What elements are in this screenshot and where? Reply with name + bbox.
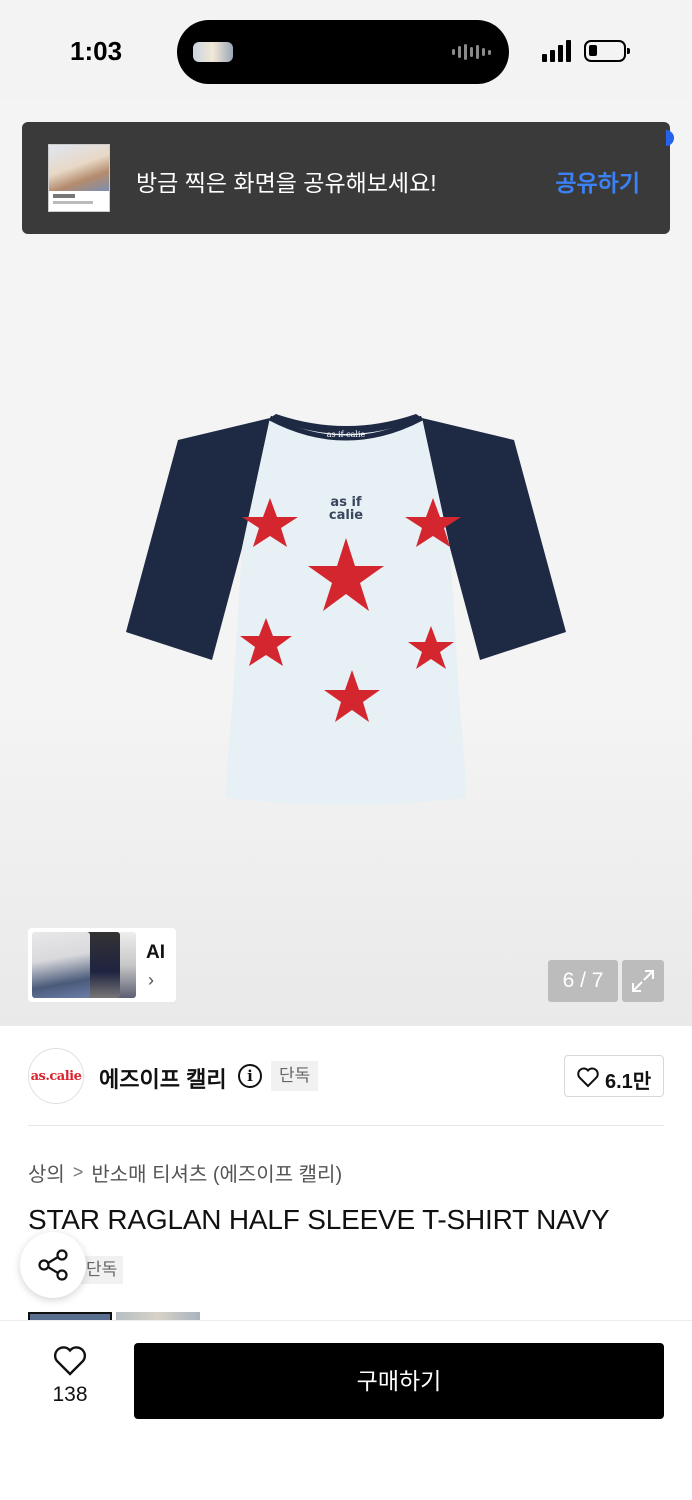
audio-wave-icon [452, 43, 491, 61]
chest-print-line2: calie [329, 508, 363, 523]
status-bar: 1:03 [0, 0, 692, 100]
wishlist-count: 138 [52, 1383, 88, 1406]
ai-label: AI [146, 942, 165, 963]
exclusive-badge: 단독 [80, 1256, 124, 1284]
screenshot-thumbnail [48, 144, 110, 212]
share-icon [38, 1249, 68, 1281]
heart-icon [53, 1346, 87, 1376]
brand-like-count: 6.1만 [605, 1071, 652, 1093]
status-time: 1:03 [70, 36, 123, 66]
product-image-gallery[interactable]: 방금 찍은 화면을 공유해보세요! 공유하기 as if calie as if… [0, 100, 692, 1026]
bottom-action-bar: 138 구매하기 [0, 1320, 692, 1500]
section-divider [28, 1125, 664, 1126]
collar-label: as if calie [327, 430, 366, 439]
wishlist-button[interactable]: 138 [40, 1345, 100, 1415]
expand-image-button[interactable] [622, 960, 664, 1002]
battery-icon [584, 40, 630, 62]
brand-logo-text: as.calie [30, 1069, 82, 1084]
buy-button[interactable]: 구매하기 [134, 1343, 664, 1419]
image-page-counter: 6 / 7 [548, 960, 618, 1002]
expand-icon [632, 970, 654, 992]
breadcrumb-subcategory[interactable]: 반소매 티셔츠 (에즈이프 캘리) [91, 1158, 342, 1187]
chevron-right-icon: > [72, 1162, 84, 1182]
dynamic-island[interactable] [177, 20, 509, 84]
heart-icon [577, 1067, 599, 1088]
ai-styling-card[interactable]: AI › [28, 928, 176, 1002]
share-button[interactable] [20, 1232, 86, 1298]
now-playing-thumbnail [193, 42, 233, 62]
exclusive-badge: 단독 [271, 1061, 319, 1091]
breadcrumb: 상의 > 반소매 티셔츠 (에즈이프 캘리) [28, 1158, 342, 1187]
chevron-right-icon: › [148, 970, 154, 990]
product-photo: as if calie as if calie [126, 414, 566, 805]
banner-edge-indicator [666, 130, 674, 146]
breadcrumb-category[interactable]: 상의 [28, 1158, 65, 1187]
info-icon[interactable]: i [238, 1064, 262, 1088]
ai-thumbnail [32, 932, 90, 998]
brand-like-button[interactable]: 6.1만 [564, 1055, 664, 1097]
product-title: STAR RAGLAN HALF SLEEVE T-SHIRT NAVY [28, 1204, 610, 1235]
share-action-button[interactable]: 공유하기 [555, 164, 640, 198]
share-screenshot-banner[interactable]: 방금 찍은 화면을 공유해보세요! 공유하기 [22, 122, 674, 234]
brand-logo[interactable]: as.calie [28, 1048, 84, 1104]
cellular-signal-icon [542, 40, 571, 62]
share-banner-text: 방금 찍은 화면을 공유해보세요! [136, 170, 437, 196]
brand-name[interactable]: 에즈이프 캘리 [99, 1062, 227, 1094]
